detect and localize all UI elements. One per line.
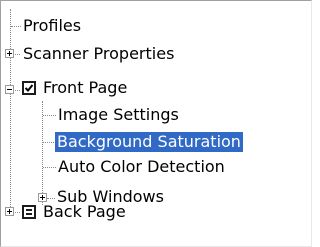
expand-plus-icon[interactable]: [5, 207, 14, 216]
expand-plus-icon[interactable]: [38, 193, 47, 202]
tree-line: [15, 54, 20, 55]
page-icon: [22, 205, 36, 219]
tree-line: [43, 115, 56, 116]
tree-line: [11, 26, 21, 27]
tree-item-background-saturation[interactable]: Background Saturation: [55, 132, 243, 152]
tree-line: [42, 101, 43, 205]
tree-line: [15, 212, 20, 213]
tree-item-image-settings[interactable]: Image Settings: [56, 105, 181, 125]
tree-item-auto-color-detection[interactable]: Auto Color Detection: [56, 157, 227, 177]
expand-plus-icon[interactable]: [5, 49, 14, 58]
checkbox-checked-icon[interactable]: [22, 81, 36, 95]
collapse-minus-icon[interactable]: [5, 85, 14, 94]
tree-item-back-page[interactable]: Back Page: [41, 202, 128, 222]
tree-item-front-page[interactable]: Front Page: [41, 78, 129, 98]
tree-line: [15, 90, 20, 91]
tree-item-scanner-properties[interactable]: Scanner Properties: [21, 44, 176, 64]
tree-line: [10, 9, 11, 211]
tree-item-profiles[interactable]: Profiles: [21, 16, 83, 36]
tree-view[interactable]: Profiles Scanner Properties Front Page I…: [0, 0, 312, 247]
tree-line: [47, 198, 55, 199]
tree-line: [43, 167, 56, 168]
